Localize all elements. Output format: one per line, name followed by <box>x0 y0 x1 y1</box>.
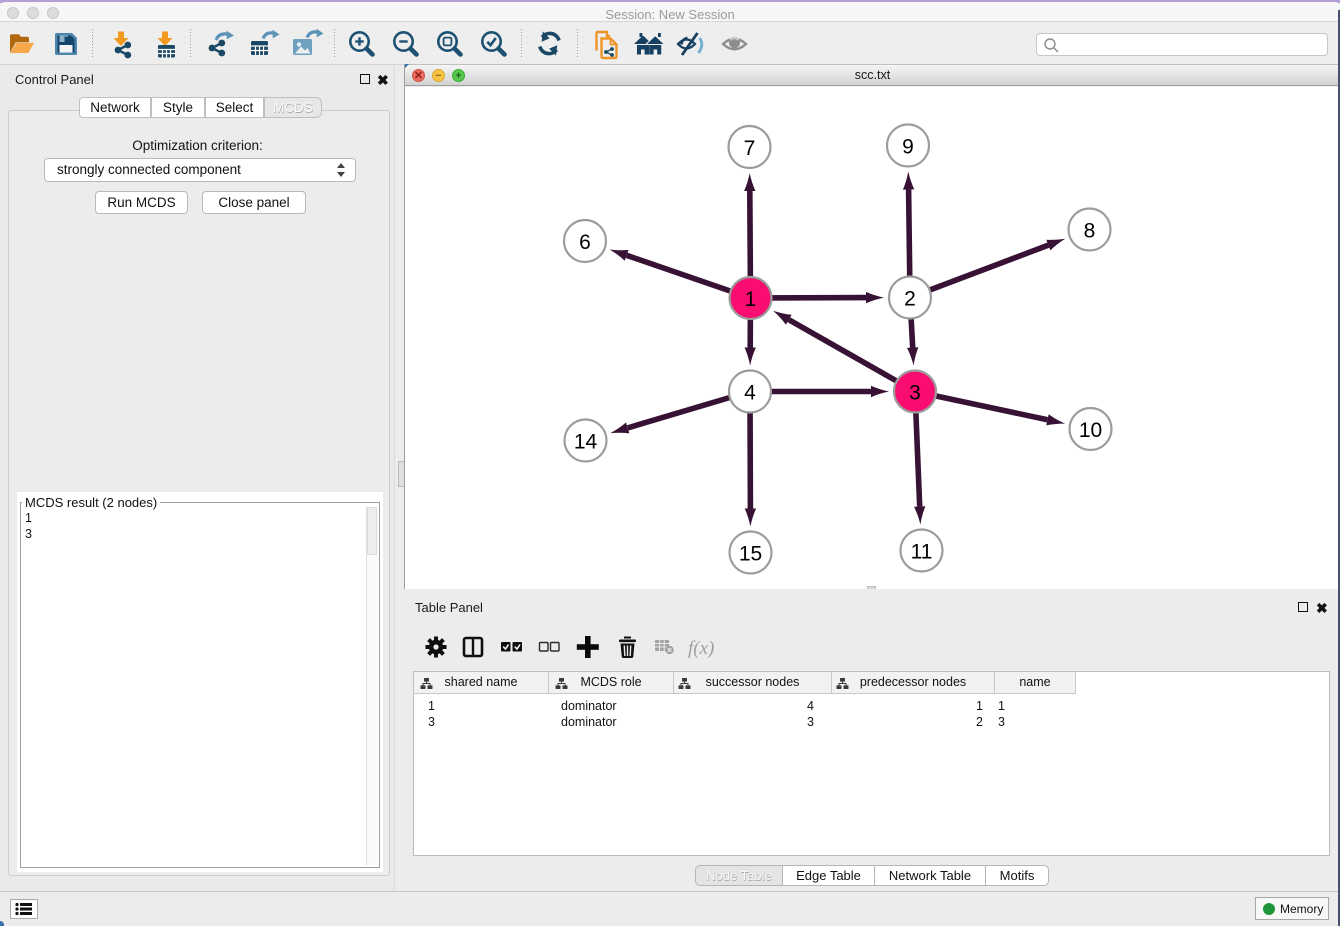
svg-text:9: 9 <box>902 135 914 158</box>
svg-text:3: 3 <box>909 381 921 404</box>
svg-text:14: 14 <box>574 430 598 453</box>
svg-text:8: 8 <box>1084 219 1096 242</box>
svg-text:4: 4 <box>744 381 756 404</box>
svg-text:f(x): f(x) <box>688 638 714 659</box>
svg-text:7: 7 <box>744 137 756 160</box>
svg-text:11: 11 <box>911 540 933 563</box>
svg-text:10: 10 <box>1079 419 1102 442</box>
svg-text:1: 1 <box>745 288 757 311</box>
svg-text:2: 2 <box>904 287 916 310</box>
svg-text:6: 6 <box>579 231 591 254</box>
svg-text:15: 15 <box>739 542 762 565</box>
